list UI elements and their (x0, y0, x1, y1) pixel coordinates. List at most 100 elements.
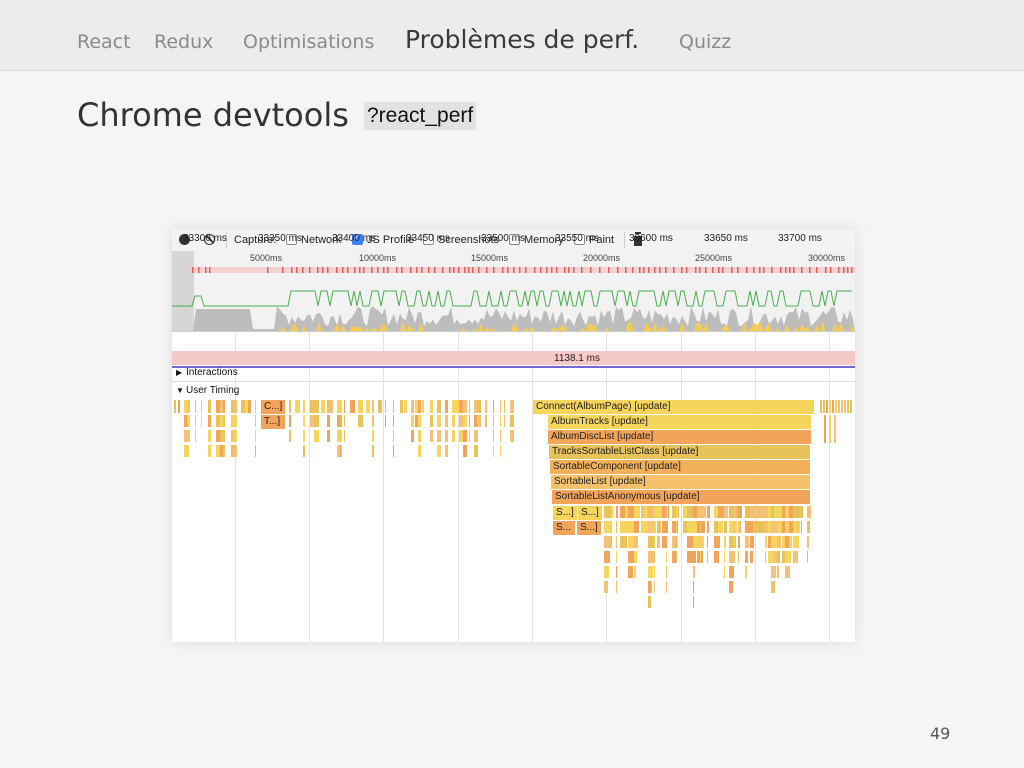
flame-sliver[interactable] (378, 400, 382, 413)
flame-sliver[interactable] (234, 400, 237, 413)
flame-sliver[interactable] (765, 551, 766, 563)
flame-sliver[interactable] (676, 521, 677, 533)
flame-sliver[interactable] (174, 400, 176, 413)
flame-sliver[interactable] (314, 415, 319, 427)
flame-sliver[interactable] (463, 445, 467, 457)
flame-sliver[interactable] (850, 400, 852, 413)
flame-sliver[interactable] (418, 400, 421, 413)
flame-sliver[interactable] (493, 415, 494, 427)
flame-sliver[interactable] (666, 506, 668, 518)
flame-sliver[interactable] (469, 400, 470, 413)
flame-sliver[interactable] (829, 400, 831, 413)
flame-sliver[interactable] (634, 566, 636, 578)
flame-sliver[interactable] (477, 400, 481, 413)
flame-sliver[interactable] (255, 415, 256, 427)
flame-sliver[interactable] (340, 430, 341, 442)
overview-graph[interactable] (172, 251, 855, 331)
timeline-ruler[interactable] (172, 331, 855, 353)
flame-bar-album-disc-list[interactable]: AlbumDiscList [update] (548, 430, 811, 444)
flame-bar-t[interactable]: T...] (261, 415, 285, 429)
flame-sliver[interactable] (801, 521, 802, 533)
nav-item-optimisations[interactable]: Optimisations (243, 31, 374, 53)
flame-sliver[interactable] (452, 415, 455, 427)
flame-sliver[interactable] (430, 415, 433, 427)
flame-sliver[interactable] (789, 536, 792, 548)
flame-sliver[interactable] (372, 415, 374, 427)
flame-sliver[interactable] (184, 445, 189, 457)
flame-sliver[interactable] (510, 400, 514, 413)
flame-sliver[interactable] (234, 445, 237, 457)
flame-sliver[interactable] (644, 506, 647, 518)
flame-sliver[interactable] (303, 400, 305, 413)
flame-sliver[interactable] (707, 551, 708, 563)
flame-sliver[interactable] (422, 400, 424, 413)
flame-sliver[interactable] (789, 566, 790, 578)
collapse-triangle-icon[interactable]: ▼ (176, 386, 186, 395)
flame-sliver[interactable] (303, 445, 305, 457)
flame-sliver[interactable] (666, 581, 667, 593)
flame-sliver[interactable] (178, 400, 180, 413)
flame-sliver[interactable] (729, 551, 735, 563)
flame-sliver[interactable] (195, 415, 196, 427)
flame-sliver[interactable] (676, 551, 677, 563)
flame-sliver[interactable] (745, 566, 747, 578)
flame-sliver[interactable] (195, 400, 196, 413)
flame-sliver[interactable] (700, 551, 701, 563)
flame-sliver[interactable] (493, 445, 494, 457)
flame-sliver[interactable] (500, 430, 501, 442)
flame-bar-sortable-component[interactable]: SortableComponent [update] (550, 460, 810, 474)
flame-sliver[interactable] (418, 445, 421, 457)
flame-sliver[interactable] (385, 415, 386, 427)
flame-sliver[interactable] (734, 536, 735, 548)
flame-sliver[interactable] (445, 400, 448, 413)
flame-sliver[interactable] (693, 566, 695, 578)
flame-sliver[interactable] (820, 400, 822, 413)
flame-sliver[interactable] (611, 521, 612, 533)
flame-sliver[interactable] (611, 536, 612, 548)
flame-sliver[interactable] (654, 566, 655, 578)
flame-sliver[interactable] (838, 400, 840, 413)
flame-sliver[interactable] (463, 400, 467, 413)
flame-sliver[interactable] (604, 536, 611, 548)
flame-sliver[interactable] (234, 430, 237, 442)
flame-sliver[interactable] (314, 400, 319, 413)
flame-sliver[interactable] (672, 521, 678, 533)
nav-item-problemes-de-perf[interactable]: Problèmes de perf. (405, 25, 639, 54)
flame-sliver[interactable] (604, 566, 609, 578)
flame-sliver[interactable] (372, 430, 374, 442)
flame-sliver[interactable] (793, 551, 798, 563)
flame-sliver[interactable] (393, 415, 394, 427)
flame-sliver[interactable] (500, 445, 501, 457)
flame-sliver[interactable] (666, 551, 667, 563)
flame-sliver[interactable] (616, 521, 617, 533)
flame-sliver[interactable] (807, 521, 810, 533)
flame-sliver[interactable] (400, 400, 403, 413)
flame-sliver[interactable] (738, 506, 742, 518)
flame-sliver[interactable] (187, 415, 190, 427)
flame-sliver[interactable] (693, 581, 694, 593)
flame-sliver[interactable] (303, 430, 305, 442)
flame-sliver[interactable] (330, 400, 333, 413)
flame-sliver[interactable] (654, 521, 656, 533)
flame-bar-sortable-list[interactable]: SortableList [update] (551, 475, 810, 489)
nav-item-redux[interactable]: Redux (154, 31, 213, 53)
flame-sliver[interactable] (418, 430, 421, 442)
flame-sliver[interactable] (707, 521, 709, 533)
flame-sliver[interactable] (700, 536, 701, 548)
flame-sliver[interactable] (662, 521, 668, 533)
flame-sliver[interactable] (208, 415, 211, 427)
flame-sliver[interactable] (718, 521, 723, 533)
flame-sliver[interactable] (834, 415, 836, 443)
flame-bar-sortable-list-anonymous[interactable]: SortableListAnonymous [update] (552, 490, 810, 504)
flame-sliver[interactable] (372, 400, 374, 413)
flame-sliver[interactable] (474, 430, 478, 442)
flame-sliver[interactable] (700, 521, 701, 533)
flame-sliver[interactable] (411, 400, 414, 413)
flame-sliver[interactable] (463, 415, 467, 427)
flame-sliver[interactable] (824, 415, 826, 443)
flame-sliver[interactable] (774, 566, 776, 578)
flame-sliver[interactable] (289, 400, 291, 413)
flame-sliver[interactable] (234, 415, 237, 427)
flame-sliver[interactable] (697, 521, 705, 533)
selection-duration-bar[interactable] (172, 351, 855, 365)
